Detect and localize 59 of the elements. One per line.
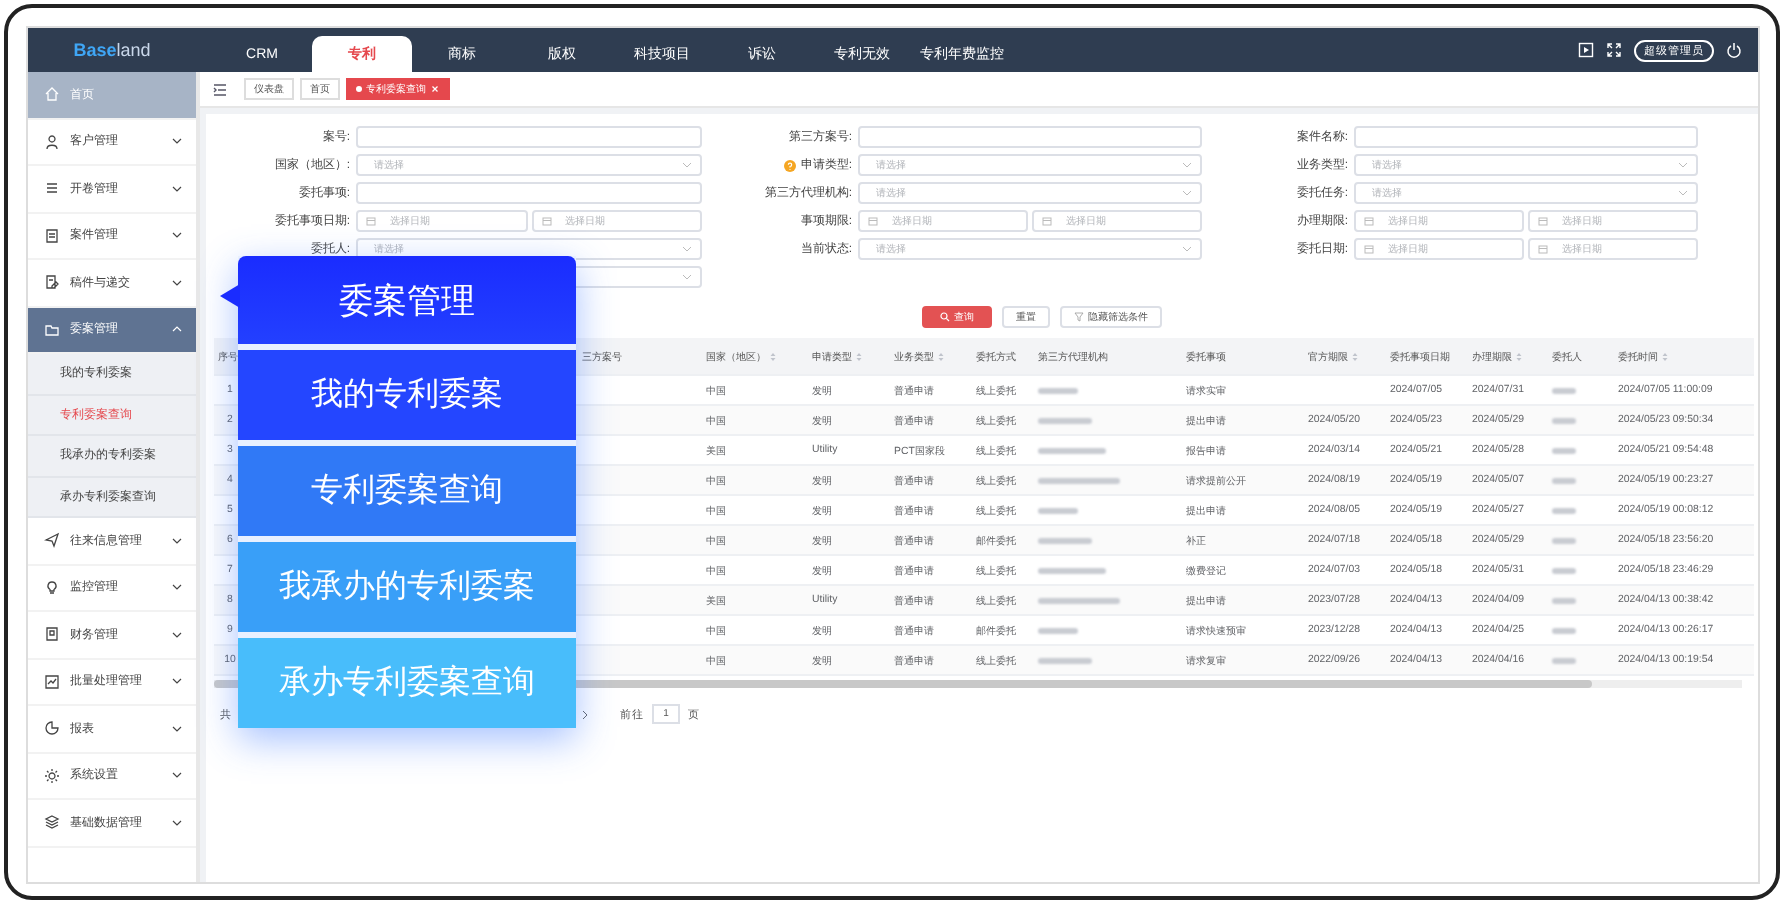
callout-item[interactable]: 专利委案查询 bbox=[238, 446, 576, 536]
chevron-down-icon bbox=[172, 678, 182, 685]
callout-title: 委案管理 bbox=[238, 256, 576, 344]
help-icon[interactable] bbox=[784, 159, 797, 171]
chevron-down-icon bbox=[172, 138, 182, 145]
text-field[interactable] bbox=[1354, 126, 1698, 148]
search-icon bbox=[940, 312, 950, 322]
chevron-down-icon bbox=[172, 772, 182, 779]
power-icon[interactable] bbox=[1726, 42, 1742, 58]
settings-icon bbox=[44, 767, 60, 784]
text-field[interactable] bbox=[356, 126, 702, 148]
filter-icon bbox=[1074, 312, 1084, 322]
calendar-icon bbox=[868, 216, 878, 226]
menu-icon[interactable] bbox=[212, 81, 228, 97]
chevron-down-icon bbox=[172, 631, 182, 638]
callout-pointer bbox=[220, 284, 240, 308]
chevron-down-icon bbox=[682, 246, 692, 252]
calendar-icon bbox=[1538, 216, 1548, 226]
chevron-down-icon bbox=[682, 162, 692, 168]
chevron-down-icon bbox=[172, 819, 182, 826]
calendar-icon bbox=[1042, 216, 1052, 226]
chevron-down-icon bbox=[1182, 162, 1192, 168]
person-icon bbox=[44, 133, 60, 150]
chevron-down-icon bbox=[1182, 190, 1192, 196]
chevron-down-icon bbox=[172, 185, 182, 192]
chevron-down-icon bbox=[172, 584, 182, 591]
calendar-icon bbox=[1364, 216, 1374, 226]
chevron-down-icon bbox=[1678, 190, 1688, 196]
list-icon bbox=[44, 180, 60, 197]
layers-icon bbox=[44, 814, 60, 831]
calendar-icon bbox=[366, 216, 376, 226]
next-page-icon[interactable] bbox=[582, 709, 588, 719]
play-icon[interactable] bbox=[1578, 42, 1594, 58]
chevron-down-icon bbox=[1182, 246, 1192, 252]
document-edit-icon bbox=[44, 274, 60, 291]
calendar-icon bbox=[1538, 244, 1548, 254]
close-icon[interactable] bbox=[430, 84, 440, 94]
calendar-icon bbox=[1364, 244, 1374, 254]
logo: Baseland bbox=[71, 38, 153, 64]
callout-item[interactable]: 我的专利委案 bbox=[238, 350, 576, 440]
chevron-down-icon bbox=[172, 279, 182, 286]
fullscreen-icon[interactable] bbox=[1606, 42, 1622, 58]
plane-icon bbox=[44, 532, 60, 549]
text-field[interactable] bbox=[356, 182, 702, 204]
chevron-down-icon bbox=[172, 537, 182, 544]
chevron-down-icon bbox=[172, 725, 182, 732]
document-icon bbox=[44, 227, 60, 244]
text-field[interactable] bbox=[858, 126, 1202, 148]
chart-icon bbox=[44, 673, 60, 690]
home-icon bbox=[44, 86, 60, 103]
chevron-down-icon bbox=[682, 274, 692, 280]
bulb-icon bbox=[44, 579, 60, 596]
folder-icon bbox=[44, 321, 60, 338]
calendar-icon bbox=[541, 216, 551, 226]
chevron-down-icon bbox=[1678, 162, 1688, 168]
chevron-up-icon bbox=[172, 326, 182, 333]
pie-chart-icon bbox=[44, 720, 60, 737]
ledger-icon bbox=[44, 626, 60, 643]
chevron-down-icon bbox=[172, 232, 182, 239]
